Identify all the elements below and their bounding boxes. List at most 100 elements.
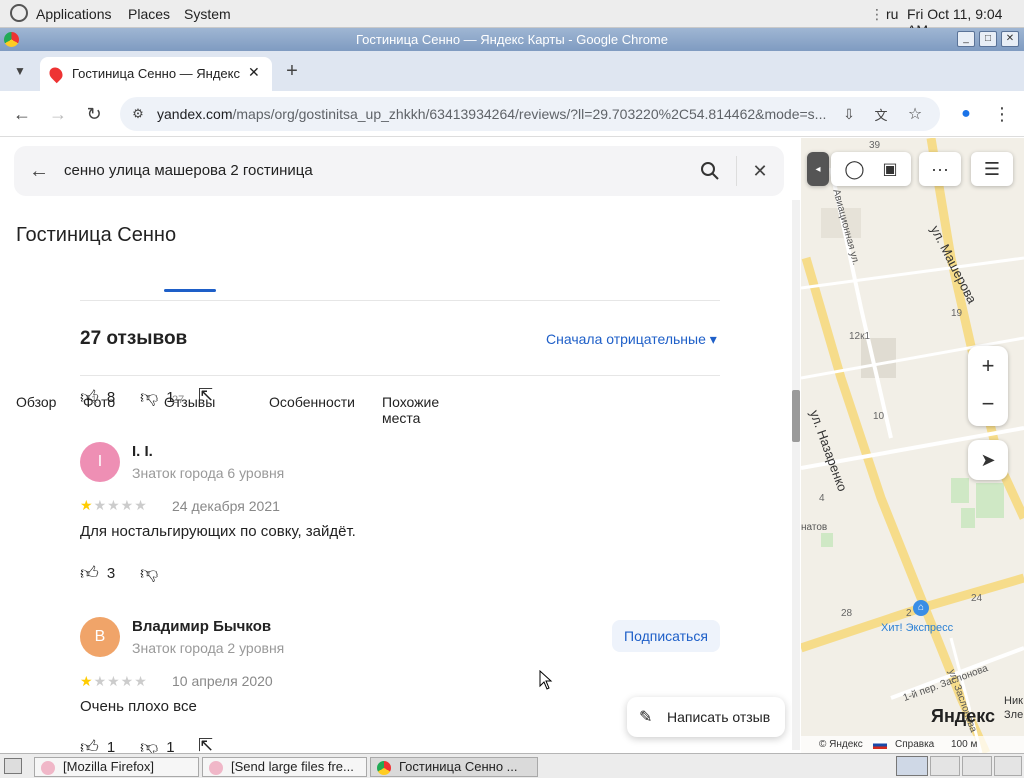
url-path: /maps/org/gostinitsa_up_zhkkh/6341393426… xyxy=(232,106,827,122)
menu-places[interactable]: Places xyxy=(128,6,170,22)
search-icon[interactable] xyxy=(698,159,722,183)
share-icon[interactable]: ⇱ xyxy=(198,735,213,753)
close-window-button[interactable]: ✕ xyxy=(1001,31,1019,47)
new-tab-icon[interactable]: + xyxy=(282,60,302,82)
house-number: 10 xyxy=(873,411,885,422)
zoom-control: + − xyxy=(968,346,1008,426)
hamburger-menu-icon[interactable]: ☰ xyxy=(971,152,1013,186)
taskbar-item-firefox[interactable]: [Mozilla Firefox] xyxy=(34,757,199,777)
panel-scrollbar-thumb[interactable] xyxy=(792,390,800,442)
rating-stars: ★★★★★ xyxy=(80,497,148,513)
workspace-3[interactable] xyxy=(962,756,992,776)
shop-icon[interactable]: ⌂ xyxy=(913,600,929,616)
map-search-box[interactable]: ← сенно улица машерова 2 гостиница ✕ xyxy=(14,146,784,196)
minimize-button[interactable]: _ xyxy=(957,31,975,47)
dislike-button[interactable]: 👎︎ 1 xyxy=(140,386,175,408)
install-app-icon[interactable]: ⇩ xyxy=(840,105,858,123)
address-bar[interactable]: ⚙ yandex.com/maps/org/gostinitsa_up_zhkk… xyxy=(120,97,940,131)
site-settings-icon[interactable]: ⚙ xyxy=(130,106,146,122)
house-number: 24 xyxy=(971,593,983,604)
thumbs-down-icon: 👎︎ xyxy=(140,737,159,753)
thumbs-up-icon: 👍︎ xyxy=(80,563,99,583)
house-number: 12к1 xyxy=(849,331,871,342)
write-review-button[interactable]: ✎ Написать отзыв xyxy=(627,697,785,737)
panorama-icon[interactable]: ▣ xyxy=(883,159,898,179)
browser-tab[interactable]: Гостиница Сенно — Яндекс ✕ xyxy=(40,57,272,91)
layers-circle-icon[interactable]: ◯ xyxy=(844,159,864,180)
review-date: 10 апреля 2020 xyxy=(172,673,273,689)
heading-divider xyxy=(80,375,720,376)
browser-toolbar: ← → ↻ ⚙ yandex.com/maps/org/gostinitsa_u… xyxy=(0,91,1024,137)
poi-label[interactable]: Хит! Экспресс xyxy=(881,622,953,634)
reviewer-name[interactable]: I. I. xyxy=(132,443,153,460)
chrome-icon xyxy=(377,761,391,775)
dislike-button[interactable]: 👎︎ 1 xyxy=(140,736,175,753)
avatar[interactable]: I xyxy=(80,442,120,482)
tab-title: Гостиница Сенно — Яндекс xyxy=(72,66,240,81)
separator-icon: ⋮ xyxy=(870,6,884,22)
desktop-top-panel: Applications Places System ⋮ ru Fri Oct … xyxy=(0,0,1024,38)
taskbar-item-send-files[interactable]: [Send large files fre... xyxy=(202,757,367,777)
like-button[interactable]: 👍︎ 8 xyxy=(80,386,115,408)
tab-list-chevron-icon[interactable]: ▼ xyxy=(10,61,30,81)
yandex-logo: Яндекс xyxy=(931,706,996,726)
gnome-foot-icon[interactable] xyxy=(10,4,28,22)
subscribe-button[interactable]: Подписаться xyxy=(612,620,720,652)
show-desktop-icon[interactable] xyxy=(4,758,22,774)
map-view[interactable]: ул. Машерова ул. Назаренко Авиационная у… xyxy=(801,138,1024,753)
sort-dropdown[interactable]: Сначала отрицательные ▾ xyxy=(546,331,717,348)
chrome-menu-icon[interactable]: ⋮ xyxy=(992,104,1012,124)
url-host: yandex.com xyxy=(157,106,233,122)
rating-stars: ★★★★★ xyxy=(80,673,148,689)
write-review-label: Написать отзыв xyxy=(667,709,771,725)
thumbs-up-icon: 👍︎ xyxy=(80,387,99,407)
like-button[interactable]: 👍︎ 3 xyxy=(80,562,115,584)
window-titlebar[interactable]: Гостиница Сенно — Яндекс Карты - Google … xyxy=(0,28,1024,51)
map-footer: © Яндекс Справка 100 м xyxy=(801,736,1024,753)
menu-applications[interactable]: Applications xyxy=(36,6,112,22)
avatar[interactable]: В xyxy=(80,617,120,657)
workspace-1[interactable] xyxy=(896,756,928,776)
house-number: 39 xyxy=(869,140,881,151)
translate-icon[interactable]: 文 xyxy=(872,105,890,123)
map-help-link[interactable]: Справка xyxy=(895,739,934,750)
active-tab-underline xyxy=(164,289,216,292)
clear-search-icon[interactable]: ✕ xyxy=(748,159,772,183)
house-number: 19 xyxy=(951,308,963,319)
geolocation-icon[interactable]: ➤ xyxy=(968,440,1008,480)
reviewer-level: Знаток города 2 уровня xyxy=(132,640,285,656)
collapse-panel-button[interactable]: ◂ xyxy=(807,152,829,186)
more-icon[interactable]: ··· xyxy=(919,152,961,186)
thumbs-up-icon: 👍︎ xyxy=(80,737,99,753)
keyboard-layout-indicator[interactable]: ru xyxy=(886,6,898,22)
search-divider xyxy=(736,156,737,186)
maximize-button[interactable]: □ xyxy=(979,31,997,47)
zoom-in-icon[interactable]: + xyxy=(982,346,995,386)
layers-control[interactable]: ◯ ▣ xyxy=(831,152,911,186)
reload-icon[interactable]: ↻ xyxy=(84,104,104,124)
workspace-2[interactable] xyxy=(930,756,960,776)
search-input[interactable]: сенно улица машерова 2 гостиница xyxy=(64,162,313,179)
forward-icon[interactable]: → xyxy=(48,104,68,124)
profile-icon[interactable]: ● xyxy=(956,104,976,124)
like-button[interactable]: 👍︎ 1 xyxy=(80,736,115,753)
share-icon[interactable]: ⇱ xyxy=(198,385,213,406)
reviewer-name[interactable]: Владимир Бычков xyxy=(132,618,271,635)
zoom-out-icon[interactable]: − xyxy=(982,386,995,426)
close-tab-icon[interactable]: ✕ xyxy=(248,64,260,81)
chrome-icon xyxy=(4,32,19,47)
house-number: 28 xyxy=(841,608,853,619)
menu-system[interactable]: System xyxy=(184,6,231,22)
dislike-button[interactable]: 👎︎ xyxy=(140,562,158,584)
map-scale: 100 м xyxy=(951,739,978,750)
search-back-icon[interactable]: ← xyxy=(28,160,50,182)
taskbar-item-chrome[interactable]: Гостиница Сенно ... xyxy=(370,757,538,777)
bookmark-star-icon[interactable]: ☆ xyxy=(906,105,924,123)
org-title: Гостиница Сенно xyxy=(16,224,177,246)
tab-strip: ▼ Гостиница Сенно — Яндекс ✕ + xyxy=(0,51,1024,91)
thumbs-down-icon: 👎︎ xyxy=(140,563,159,583)
workspace-4[interactable] xyxy=(994,756,1022,776)
map-copyright[interactable]: © Яндекс xyxy=(819,739,863,750)
back-icon[interactable]: ← xyxy=(12,104,32,124)
panel-scrollbar-track[interactable] xyxy=(792,200,800,750)
